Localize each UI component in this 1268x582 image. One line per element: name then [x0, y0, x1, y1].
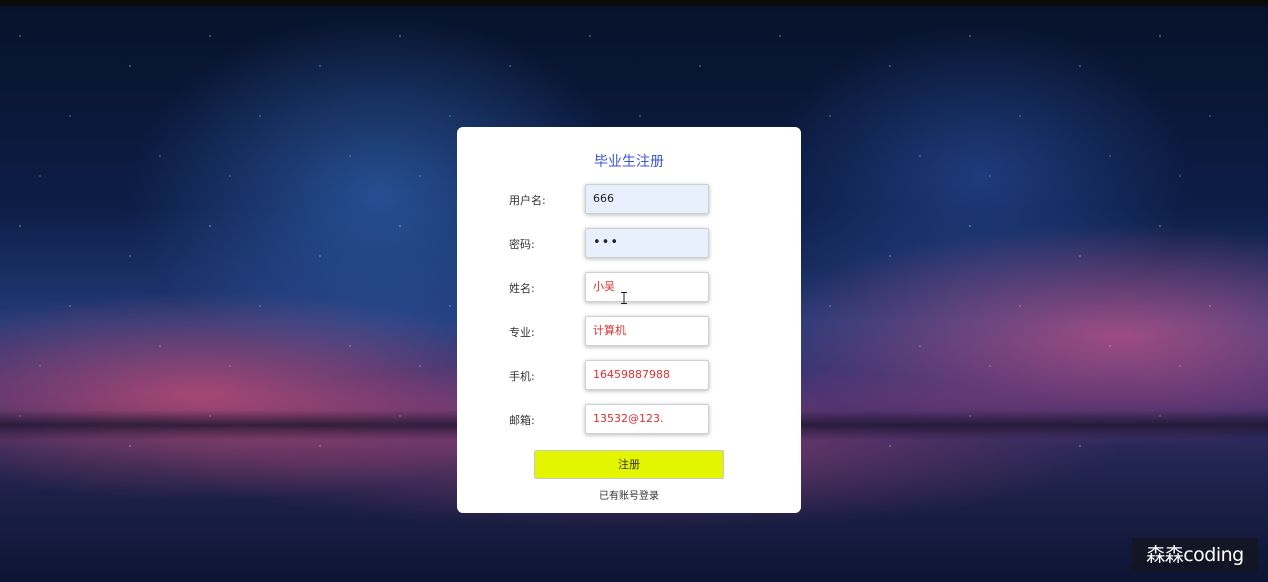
username-input[interactable]: 666: [585, 184, 709, 214]
password-row: 密码: •••: [457, 228, 801, 260]
email-row: 邮箱: 13532@123.: [457, 404, 801, 436]
phone-row: 手机: 16459887988: [457, 360, 801, 392]
email-input[interactable]: 13532@123.: [585, 404, 709, 434]
name-input[interactable]: 小吴: [585, 272, 709, 302]
password-label: 密码:: [509, 238, 535, 251]
major-row: 专业: 计算机: [457, 316, 801, 348]
watermark: 森森coding: [1132, 538, 1258, 572]
login-link[interactable]: 已有账号登录: [457, 487, 801, 502]
register-button[interactable]: 注册: [534, 450, 724, 479]
register-card: 毕业生注册 用户名: 666 密码: ••• 姓名: 小吴 专业: 计算机 手机…: [457, 127, 801, 513]
major-label: 专业:: [509, 326, 535, 339]
form-title: 毕业生注册: [594, 154, 664, 170]
text-cursor-icon: [621, 292, 627, 304]
major-input[interactable]: 计算机: [585, 316, 709, 346]
username-row: 用户名: 666: [457, 184, 801, 216]
password-input[interactable]: •••: [585, 228, 709, 258]
phone-input[interactable]: 16459887988: [585, 360, 709, 390]
username-label: 用户名:: [509, 194, 546, 207]
name-row: 姓名: 小吴: [457, 272, 801, 304]
email-label: 邮箱:: [509, 414, 535, 427]
name-label: 姓名:: [509, 282, 535, 295]
phone-label: 手机:: [509, 370, 535, 383]
